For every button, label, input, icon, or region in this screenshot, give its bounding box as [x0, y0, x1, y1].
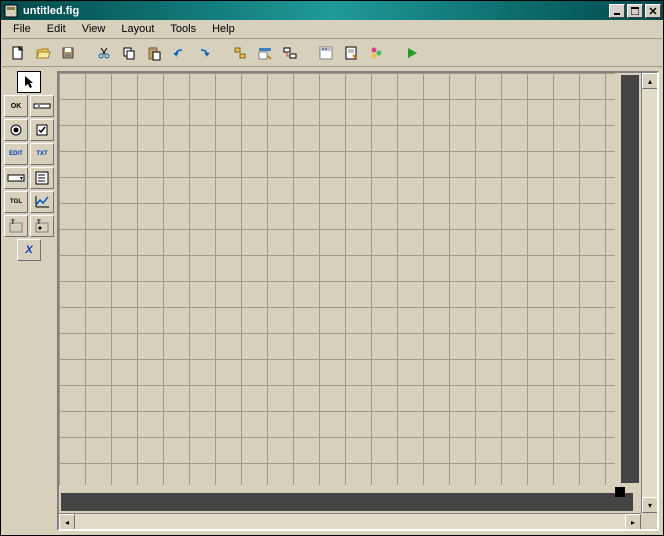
maximize-button[interactable]	[627, 4, 643, 18]
open-button[interactable]	[32, 42, 54, 64]
checkbox-icon	[36, 124, 48, 136]
menu-layout[interactable]: Layout	[113, 21, 162, 37]
main-area: OK EDIT TXT TGL T T	[1, 67, 663, 535]
pointer-tool[interactable]	[17, 71, 41, 93]
axes-tool[interactable]	[30, 191, 54, 213]
listbox-icon	[35, 171, 49, 185]
mfile-editor-button[interactable]	[340, 42, 362, 64]
app-icon	[3, 3, 19, 19]
menu-view[interactable]: View	[74, 21, 114, 37]
align-button[interactable]	[229, 42, 251, 64]
edittext-label: EDIT	[9, 151, 23, 157]
horizontal-scrollbar[interactable]: ◂ ▸	[59, 513, 641, 529]
scroll-right-button[interactable]: ▸	[625, 514, 641, 530]
close-button[interactable]	[645, 4, 661, 18]
open-icon	[35, 45, 51, 61]
copy-icon	[121, 45, 137, 61]
vertical-scrollbar[interactable]: ▴ ▾	[641, 73, 657, 513]
popupmenu-tool[interactable]	[4, 167, 28, 189]
pushbutton-tool[interactable]: OK	[4, 95, 28, 117]
property-inspector-icon	[368, 45, 384, 61]
toolbar	[1, 39, 663, 67]
resize-handle[interactable]	[615, 487, 625, 497]
menu-editor-icon	[257, 45, 273, 61]
copy-button[interactable]	[118, 42, 140, 64]
scroll-left-button[interactable]: ◂	[59, 514, 75, 530]
menu-edit[interactable]: Edit	[39, 21, 74, 37]
togglebutton-label: TGL	[10, 199, 22, 205]
window-title: untitled.fig	[23, 5, 609, 17]
menu-tools[interactable]: Tools	[162, 21, 204, 37]
new-icon	[10, 45, 26, 61]
paste-icon	[146, 45, 162, 61]
radiobutton-tool[interactable]	[4, 119, 28, 141]
canvas[interactable]: ▴ ▾ ◂ ▸	[59, 73, 657, 529]
panel-tool[interactable]: T	[4, 215, 28, 237]
property-inspector-button[interactable]	[365, 42, 387, 64]
cut-button[interactable]	[93, 42, 115, 64]
redo-icon	[196, 45, 212, 61]
activex-icon: X	[25, 244, 32, 256]
minimize-button[interactable]	[609, 4, 625, 18]
canvas-edge-right	[621, 75, 639, 483]
toolbar-editor-icon	[318, 45, 334, 61]
statictext-label: TXT	[36, 151, 47, 157]
titlebar: untitled.fig	[1, 1, 663, 20]
axes-icon	[34, 195, 50, 209]
menu-file[interactable]: File	[5, 21, 39, 37]
save-button[interactable]	[57, 42, 79, 64]
app-window: untitled.fig File Edit View Layout Tools…	[0, 0, 664, 536]
run-icon	[404, 45, 420, 61]
slider-tool[interactable]	[30, 95, 54, 117]
cut-icon	[96, 45, 112, 61]
layout-grid	[59, 73, 615, 485]
run-button[interactable]	[401, 42, 423, 64]
menu-help[interactable]: Help	[204, 21, 243, 37]
window-buttons	[609, 4, 661, 18]
mfile-editor-icon	[343, 45, 359, 61]
align-icon	[232, 45, 248, 61]
canvas-edge-bottom	[61, 493, 633, 511]
paste-button[interactable]	[143, 42, 165, 64]
menubar: File Edit View Layout Tools Help	[1, 20, 663, 39]
undo-button[interactable]	[168, 42, 190, 64]
save-icon	[60, 45, 76, 61]
menu-editor-button[interactable]	[254, 42, 276, 64]
tab-order-icon	[282, 45, 298, 61]
scroll-track[interactable]	[75, 514, 625, 529]
pointer-icon	[23, 75, 35, 89]
popupmenu-icon	[7, 173, 25, 183]
panel-icon: T	[8, 219, 24, 233]
togglebutton-tool[interactable]: TGL	[4, 191, 28, 213]
scroll-down-button[interactable]: ▾	[642, 497, 658, 513]
pushbutton-label: OK	[11, 103, 22, 110]
statictext-tool[interactable]: TXT	[30, 143, 54, 165]
slider-icon	[33, 101, 51, 111]
buttongroup-icon: T	[34, 219, 50, 233]
new-button[interactable]	[7, 42, 29, 64]
undo-icon	[171, 45, 187, 61]
redo-button[interactable]	[193, 42, 215, 64]
checkbox-tool[interactable]	[30, 119, 54, 141]
activex-tool[interactable]: X	[17, 239, 41, 261]
radiobutton-icon	[10, 124, 22, 136]
buttongroup-tool[interactable]: T	[30, 215, 54, 237]
svg-text:T: T	[37, 220, 41, 226]
toolbar-editor-button[interactable]	[315, 42, 337, 64]
listbox-tool[interactable]	[30, 167, 54, 189]
edittext-tool[interactable]: EDIT	[4, 143, 28, 165]
tab-order-button[interactable]	[279, 42, 301, 64]
svg-text:T: T	[11, 220, 15, 226]
canvas-container: ▴ ▾ ◂ ▸	[57, 71, 659, 531]
scroll-track[interactable]	[642, 89, 657, 497]
scroll-up-button[interactable]: ▴	[642, 73, 658, 89]
tool-palette: OK EDIT TXT TGL T T	[1, 67, 57, 535]
